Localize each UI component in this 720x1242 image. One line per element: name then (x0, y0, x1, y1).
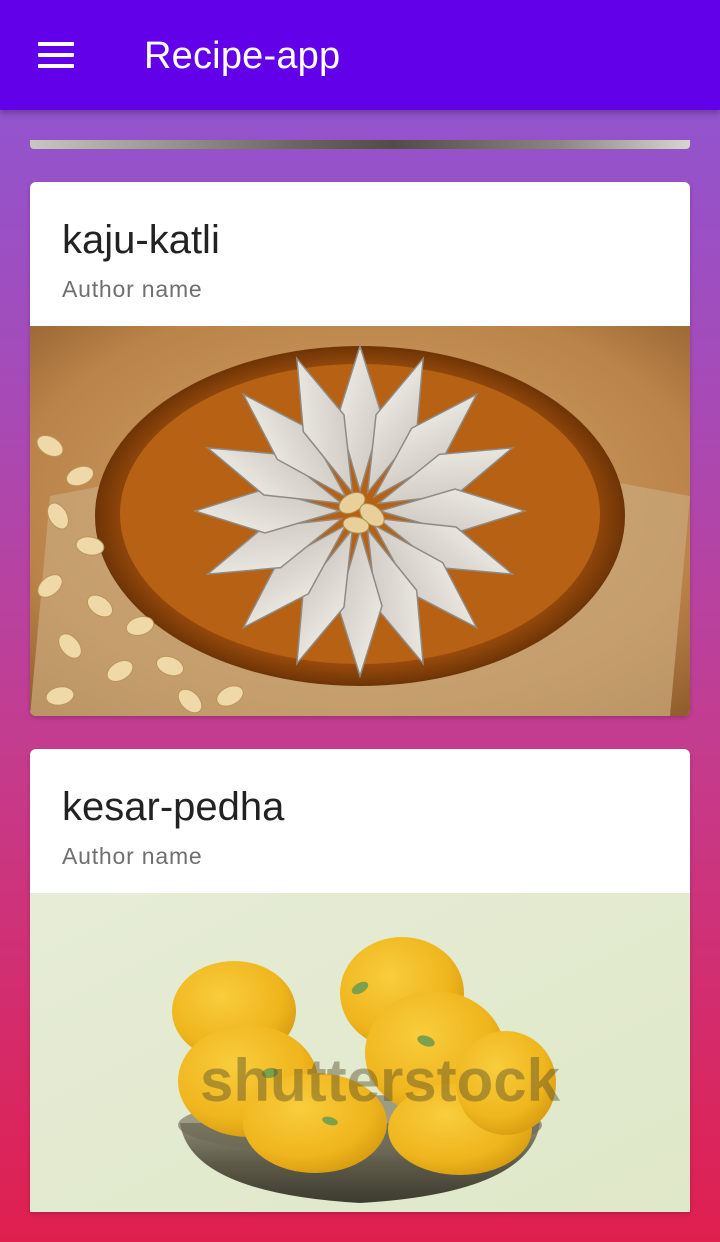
recipe-author: Author name (62, 276, 203, 302)
watermark-text: shutterstock (200, 1047, 561, 1114)
hamburger-menu-icon[interactable] (26, 28, 86, 82)
recipe-card-kesar-pedha[interactable]: kesar-pedha Author name shutterstock (30, 749, 690, 1212)
recipe-feed-screen: Recipe-app kaju-katli Author name kesar-… (0, 0, 720, 1242)
recipe-image-kesar-pedha: shutterstock (30, 893, 690, 1212)
app-bar: Recipe-app (0, 0, 720, 110)
previous-recipe-card-partial[interactable] (30, 140, 690, 149)
recipe-image-kaju-katli (30, 326, 690, 716)
app-title: Recipe-app (144, 35, 341, 77)
recipe-author: Author name (62, 843, 203, 869)
recipe-title: kaju-katli (62, 218, 220, 262)
recipe-title: kesar-pedha (62, 785, 285, 829)
recipe-card-kaju-katli[interactable]: kaju-katli Author name (30, 182, 690, 716)
